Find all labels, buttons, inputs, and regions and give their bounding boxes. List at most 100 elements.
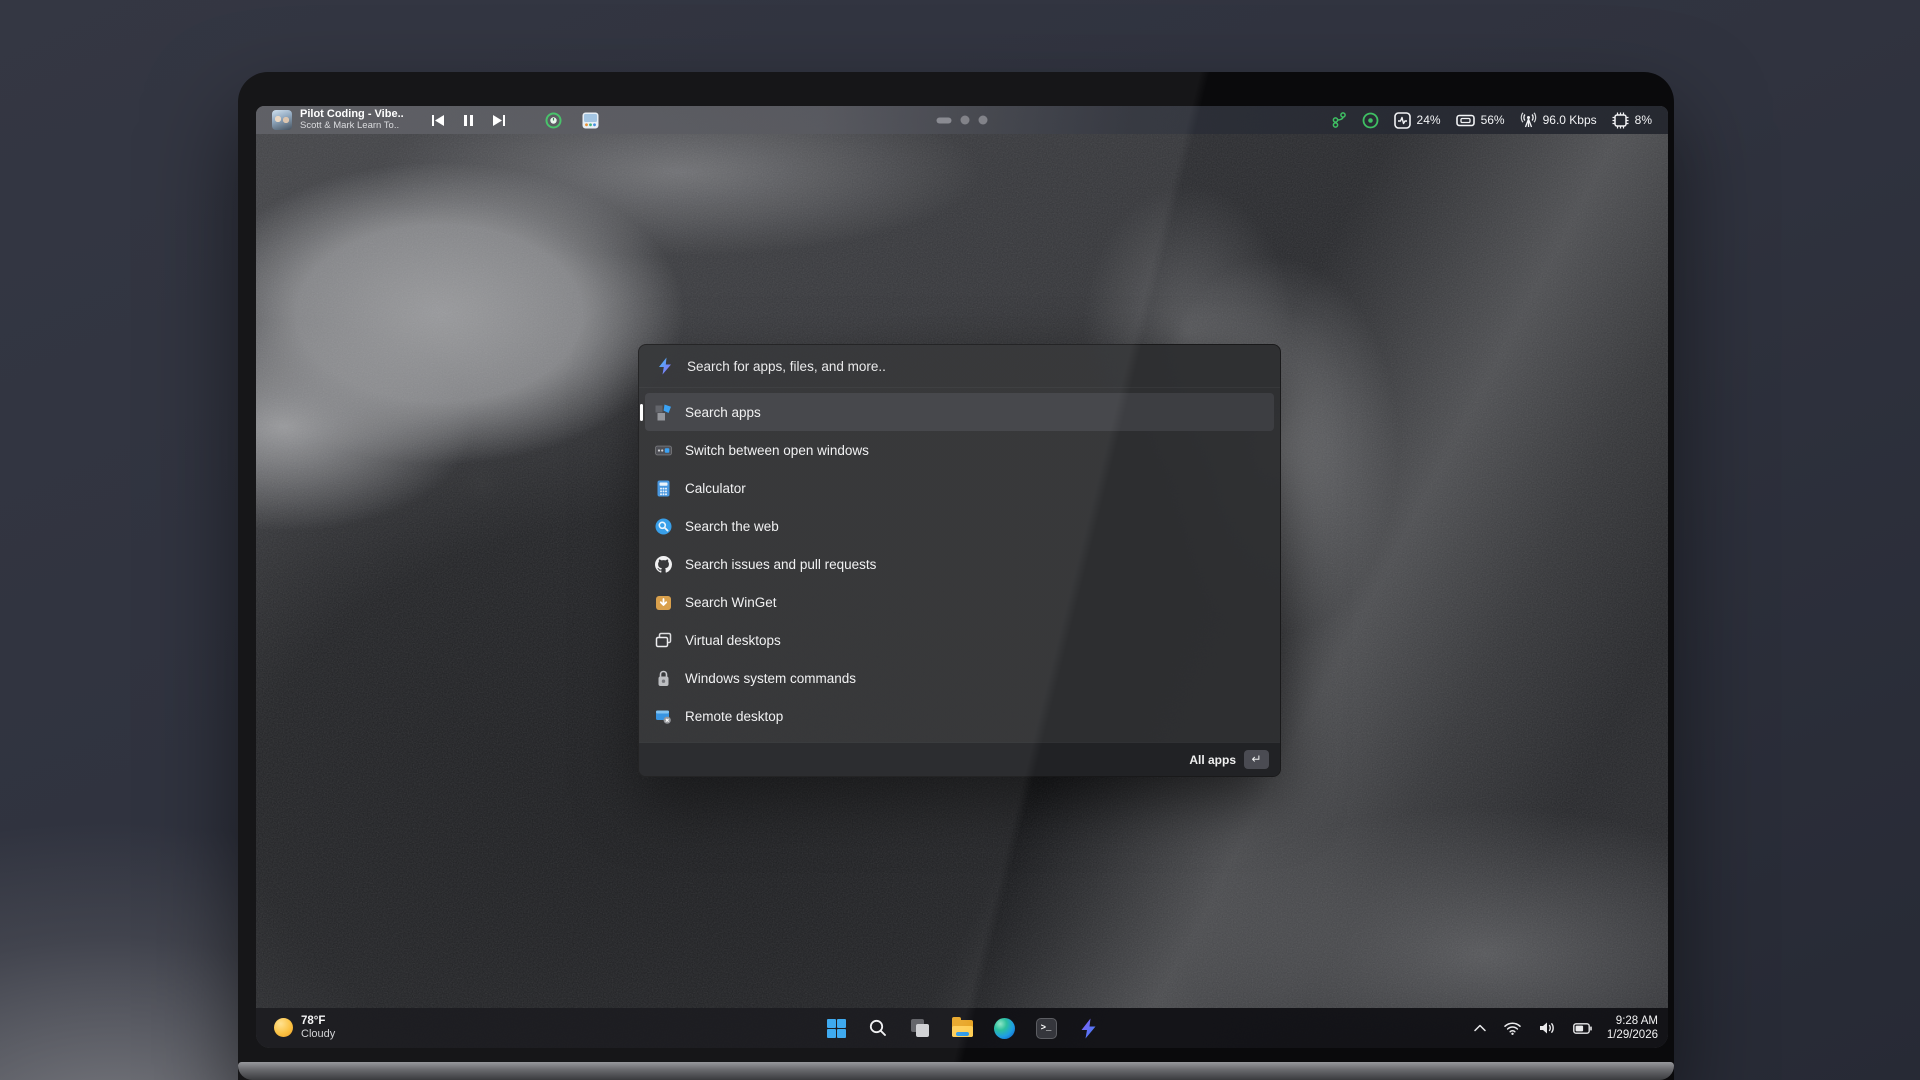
topbar-handle <box>937 116 988 125</box>
taskbar: 78°F Cloudy <box>256 1008 1668 1048</box>
list-item-label: Virtual desktops <box>685 633 781 648</box>
screenshot-tool-icon <box>582 112 599 129</box>
command-palette: Search for apps, files, and more.. Searc… <box>638 344 1281 777</box>
list-item-github-search[interactable]: Search issues and pull requests <box>645 545 1274 583</box>
media-title: Pilot Coding - Vibe.. <box>300 108 404 121</box>
list-item-label: Search the web <box>685 519 779 534</box>
activity-icon <box>1394 112 1411 129</box>
antenna-icon <box>1520 112 1537 128</box>
list-item-label: Search WinGet <box>685 595 777 610</box>
git-branch-icon <box>1332 112 1347 128</box>
system-commands-icon <box>655 670 672 687</box>
weather-condition: Cloudy <box>301 1028 335 1041</box>
windows-logo-icon <box>827 1019 846 1038</box>
list-item-system-commands[interactable]: Windows system commands <box>645 659 1274 697</box>
list-item-label: Search issues and pull requests <box>685 557 876 572</box>
list-item-label: Search apps <box>685 405 761 420</box>
album-art <box>272 110 292 130</box>
cpu-stat: 8% <box>1612 112 1652 129</box>
list-item-virtual-desktops[interactable]: Virtual desktops <box>645 621 1274 659</box>
previous-track-button[interactable] <box>426 113 450 128</box>
minimize-dash[interactable] <box>937 117 952 123</box>
handle-dot[interactable] <box>979 116 988 125</box>
tray-time: 9:28 AM <box>1607 1014 1658 1028</box>
file-explorer-icon <box>952 1020 973 1037</box>
apps-grid-icon <box>655 404 672 421</box>
edge-icon <box>994 1018 1015 1039</box>
desk-backdrop: Pilot Coding - Vibe.. Scott & Mark Learn… <box>0 0 1920 1080</box>
taskbar-search-button[interactable] <box>865 1015 891 1041</box>
pause-icon <box>464 115 473 126</box>
cpu-value: 8% <box>1635 113 1652 127</box>
command-palette-bolt-icon <box>656 357 674 375</box>
speaker-icon <box>1539 1021 1555 1035</box>
handle-dot[interactable] <box>961 116 970 125</box>
search-input[interactable]: Search for apps, files, and more.. <box>639 345 1280 388</box>
remote-desktop-icon <box>655 708 672 725</box>
branch-status <box>1332 112 1347 128</box>
terminal-button[interactable]: >_ <box>1033 1015 1059 1041</box>
powertoys-button[interactable] <box>1075 1015 1101 1041</box>
activity-stat: 24% <box>1394 112 1441 129</box>
system-tray: 9:28 AM 1/29/2026 <box>1471 1014 1658 1043</box>
timer-icon <box>545 112 562 129</box>
battery-button[interactable] <box>1570 1020 1595 1037</box>
clock[interactable]: 9:28 AM 1/29/2026 <box>1607 1014 1658 1043</box>
next-icon <box>493 115 505 126</box>
winget-icon <box>655 594 672 611</box>
memory-stat: 56% <box>1456 113 1505 128</box>
result-list: Search apps Switch between open windows … <box>639 388 1280 742</box>
edge-button[interactable] <box>991 1015 1017 1041</box>
record-icon <box>1362 112 1379 129</box>
cpu-icon <box>1612 112 1629 129</box>
memory-icon <box>1456 113 1475 128</box>
list-item-search-apps[interactable]: Search apps <box>645 393 1274 431</box>
activity-value: 24% <box>1417 113 1441 127</box>
enter-key-button[interactable]: ↵ <box>1244 750 1269 769</box>
start-button[interactable] <box>823 1015 849 1041</box>
search-icon <box>868 1018 888 1038</box>
sun-icon <box>274 1018 293 1037</box>
list-item-label: Switch between open windows <box>685 443 869 458</box>
media-subtitle: Scott & Mark Learn To.. <box>300 121 404 132</box>
list-item-switch-windows[interactable]: Switch between open windows <box>645 431 1274 469</box>
media-widget: Pilot Coding - Vibe.. Scott & Mark Learn… <box>272 108 605 132</box>
list-item-label: Calculator <box>685 481 746 496</box>
previous-icon <box>432 115 444 126</box>
laptop-base <box>238 1062 1674 1080</box>
memory-value: 56% <box>1481 113 1505 127</box>
battery-icon <box>1573 1023 1592 1034</box>
terminal-icon: >_ <box>1036 1018 1057 1039</box>
timer-button[interactable] <box>539 110 568 131</box>
network-value: 96.0 Kbps <box>1543 113 1597 127</box>
all-apps-label: All apps <box>1189 753 1236 767</box>
system-stats: 24% 56% <box>1332 112 1652 129</box>
virtual-desktops-icon <box>655 632 672 649</box>
next-track-button[interactable] <box>487 113 511 128</box>
list-item-winget-search[interactable]: Search WinGet <box>645 583 1274 621</box>
network-stat: 96.0 Kbps <box>1520 112 1597 128</box>
pause-button[interactable] <box>458 113 479 128</box>
file-explorer-button[interactable] <box>949 1015 975 1041</box>
task-view-button[interactable] <box>907 1015 933 1041</box>
list-item-search-web[interactable]: Search the web <box>645 507 1274 545</box>
tray-date: 1/29/2026 <box>1607 1028 1658 1042</box>
volume-button[interactable] <box>1536 1018 1558 1038</box>
chevron-up-icon <box>1474 1024 1486 1032</box>
top-bar: Pilot Coding - Vibe.. Scott & Mark Learn… <box>256 106 1668 134</box>
list-item-remote-desktop[interactable]: Remote desktop <box>645 697 1274 735</box>
weather-widget[interactable]: 78°F Cloudy <box>268 1012 341 1045</box>
list-item-label: Remote desktop <box>685 709 783 724</box>
wifi-icon <box>1504 1022 1521 1035</box>
wifi-button[interactable] <box>1501 1019 1524 1038</box>
powertoys-bolt-icon <box>1079 1018 1098 1039</box>
web-search-icon <box>655 518 672 535</box>
list-item-label: Windows system commands <box>685 671 856 686</box>
task-view-icon <box>909 1017 931 1039</box>
screenshot-tool-button[interactable] <box>576 110 605 131</box>
tray-chevron-button[interactable] <box>1471 1021 1489 1035</box>
window-switcher-icon <box>655 442 672 459</box>
taskbar-apps: >_ <box>823 1015 1101 1041</box>
weather-temp: 78°F <box>301 1015 335 1029</box>
list-item-calculator[interactable]: Calculator <box>645 469 1274 507</box>
